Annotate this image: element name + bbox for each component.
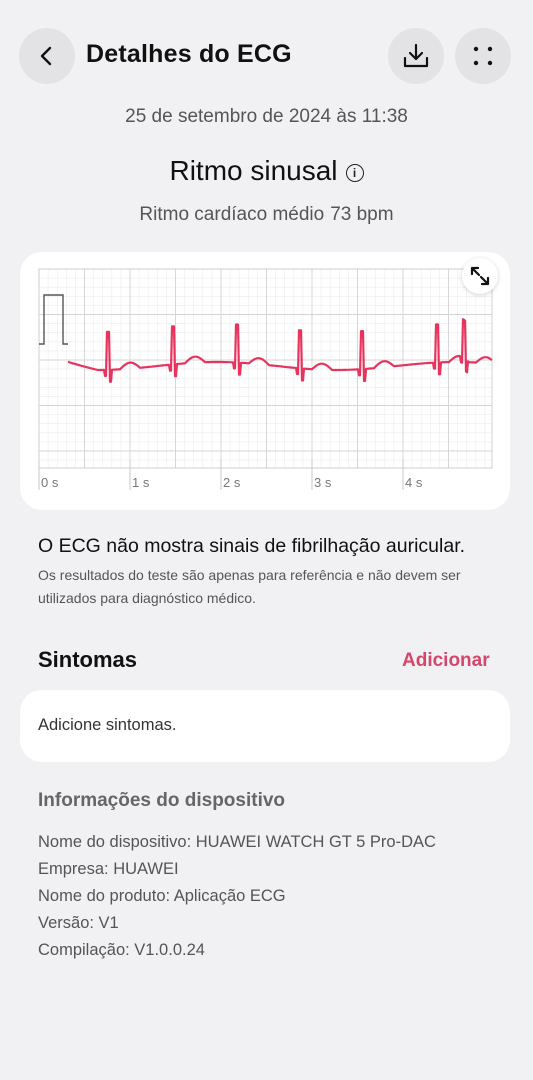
symptoms-placeholder: Adicione sintomas. (38, 716, 177, 734)
expand-icon (470, 266, 490, 286)
device-version-row: Versão: V1 (38, 914, 119, 932)
result-title: Ritmo sinusal (169, 155, 338, 186)
device-build-row: Compilação: V1.0.0.24 (38, 941, 205, 959)
disclaimer-text: Os resultados do teste são apenas para r… (38, 567, 461, 606)
symptoms-title: Sintomas (38, 647, 138, 672)
expand-button[interactable] (462, 258, 498, 294)
device-name-row: Nome do dispositivo: HUAWEI WATCH GT 5 P… (38, 833, 436, 851)
device-company-row: Empresa: HUAWEI (38, 860, 179, 878)
heart-rate-label: Ritmo cardíaco médio (139, 204, 325, 225)
device-info-title: Informações do dispositivo (38, 790, 286, 811)
measurement-datetime: 25 de setembro de 2024 às 11:38 (125, 106, 408, 127)
time-label: 1 s (132, 475, 150, 490)
time-label: 3 s (314, 475, 332, 490)
back-button[interactable] (19, 28, 75, 84)
device-product-row: Nome do produto: Aplicação ECG (38, 887, 286, 905)
chevron-left-icon (40, 46, 52, 66)
time-label: 2 s (223, 475, 241, 490)
result-heading: Ritmo sinusal i (0, 155, 533, 187)
more-dots-icon (473, 46, 493, 66)
ecg-trace (67, 318, 493, 383)
heart-rate-value: 73 bpm (330, 204, 394, 225)
time-label: 4 s (405, 475, 423, 490)
more-options-button[interactable] (455, 28, 511, 84)
calibration-pulse (39, 294, 68, 345)
average-heart-rate: Ritmo cardíaco médio 73 bpm (0, 204, 533, 226)
download-icon (403, 43, 429, 68)
device-info-list: Nome do dispositivo: HUAWEI WATCH GT 5 P… (38, 830, 436, 965)
ecg-chart: 0 s 1 s 2 s 3 s 4 s (38, 268, 493, 490)
info-icon[interactable]: i (345, 164, 364, 182)
top-bar: Detalhes do ECG (0, 28, 533, 84)
add-symptoms-button[interactable]: Adicionar (402, 650, 490, 672)
time-label: 0 s (41, 475, 59, 490)
afib-result-text: O ECG não mostra sinais de fibrilhação a… (38, 535, 466, 557)
page-title: Detalhes do ECG (86, 40, 292, 68)
download-button[interactable] (388, 28, 444, 84)
